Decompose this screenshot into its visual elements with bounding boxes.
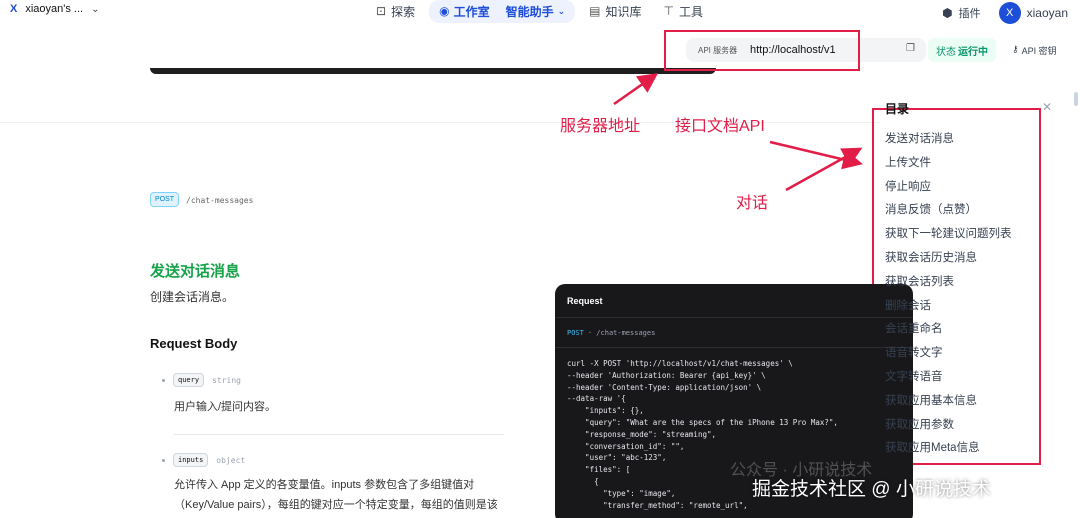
annotation-box-server — [664, 30, 860, 71]
param-description: 允许传入 App 定义的各变量值。inputs 参数包含了多组键值对（Key/V… — [174, 479, 498, 511]
copy-icon[interactable]: ❐ — [906, 43, 915, 54]
toc-item[interactable]: 获取会话列表 — [885, 273, 1012, 297]
nav-explore[interactable]: ⊡ 探索 — [368, 0, 423, 23]
nav-studio[interactable]: ◉ 工作室 智能助手 ⌄ — [429, 0, 576, 23]
toc-item[interactable]: 发送对话消息 — [885, 130, 1012, 154]
param-description: 用户输入/提问内容。 — [174, 401, 277, 413]
code-line: --header 'Content-Type: application/json… — [567, 382, 762, 392]
method-badge: POST — [150, 192, 180, 207]
bullet — [162, 458, 165, 462]
toc-item[interactable]: 获取应用参数 — [885, 416, 1012, 440]
chevron-down-icon: ⌄ — [557, 5, 566, 16]
annotation-server-address: 服务器地址 — [560, 118, 641, 135]
status-label: 状态 — [936, 46, 956, 58]
nav-knowledge[interactable]: ▤ 知识库 — [581, 0, 649, 23]
arrow-server — [613, 73, 659, 106]
toc-item[interactable]: 语音转文字 — [885, 344, 1012, 368]
robot-icon: ◉ — [439, 4, 450, 18]
toc-list: 发送对话消息 上传文件 停止响应 消息反馈（点赞） 获取下一轮建议问题列表 获取会话历史消… — [885, 130, 1012, 463]
api-key-button[interactable]: ⚷ API 密钥 — [1012, 44, 1057, 57]
key-icon: ⚷ — [1012, 44, 1019, 54]
code-panel-endpoint: POST · /chat-messages — [555, 318, 913, 348]
toc-item[interactable]: 会话重命名 — [885, 320, 1012, 344]
code-line: "inputs": {}, — [567, 406, 644, 416]
username: xiaoyan — [1026, 6, 1068, 20]
param-type: object — [216, 455, 246, 465]
close-icon[interactable]: ✕ — [1042, 100, 1052, 114]
user-menu[interactable]: X xiaoyan — [998, 2, 1068, 24]
explore-icon: ⊡ — [376, 4, 387, 18]
avatar: X — [998, 2, 1021, 24]
tools-icon: ⊤ — [663, 4, 674, 18]
toc-item[interactable]: 上传文件 — [885, 154, 1012, 178]
toc-item[interactable]: 消息反馈（点赞） — [885, 201, 1012, 225]
scrollbar[interactable] — [1074, 92, 1078, 106]
code-path: /chat-messages — [596, 328, 656, 337]
code-line: "response_mode": "streaming", — [567, 429, 717, 439]
status-badge: 状态 运行中 — [928, 38, 996, 62]
code-line: curl -X POST 'http://localhost/v1/chat-m… — [567, 359, 793, 368]
param-name: query — [173, 373, 205, 387]
app-selector[interactable]: 智能助手 ⌄ — [506, 3, 566, 20]
plugin-button[interactable]: ⬢ 插件 — [942, 5, 980, 21]
nav-studio-label: 工作室 — [453, 4, 490, 19]
workspace-logo: X — [10, 3, 18, 15]
nav-studio-group[interactable]: ◉ 工作室 — [439, 3, 490, 20]
param-row: inputs object — [162, 453, 245, 467]
book-icon: ▤ — [589, 4, 601, 18]
toc-item[interactable]: 文字转语音 — [885, 368, 1012, 392]
status-value: 运行中 — [958, 46, 988, 58]
topbar-right: ⬢ 插件 X xiaoyan — [942, 2, 1068, 24]
code-line: --header 'Authorization: Bearer {api_key… — [567, 370, 766, 380]
section-title: 发送对话消息 — [150, 263, 241, 280]
app-selector-label: 智能助手 — [505, 4, 554, 19]
arrow-doc-api — [769, 140, 863, 170]
toc-item[interactable]: 获取下一轮建议问题列表 — [885, 225, 1012, 249]
code-panel-header: Request — [555, 284, 913, 318]
annotation-chat: 对话 — [736, 195, 769, 212]
top-navbar: X xiaoyan's ... ⌄ ⊡ 探索 ◉ 工作室 智能助手 ⌄ ▤ 知识… — [0, 0, 1080, 24]
endpoint-path: /chat-messages — [186, 196, 254, 205]
plugin-icon: ⬢ — [942, 6, 953, 20]
annotation-doc-api: 接口文档API — [675, 118, 765, 135]
nav-tools-label: 工具 — [678, 4, 703, 19]
param-row: query string — [162, 373, 241, 387]
watermark-juejin: 掘金技术社区 @ 小研说技术 — [752, 479, 991, 500]
nav-tools[interactable]: ⊤ 工具 — [656, 0, 711, 23]
main-nav: ⊡ 探索 ◉ 工作室 智能助手 ⌄ ▤ 知识库 ⊤ 工具 — [368, 0, 711, 23]
chevron-down-icon: ⌄ — [91, 3, 100, 15]
code-method: POST — [567, 328, 584, 337]
param-divider — [174, 434, 504, 435]
workspace-switcher[interactable]: X xiaoyan's ... ⌄ — [10, 3, 99, 15]
code-line: "query": "What are the specs of the iPho… — [567, 417, 838, 427]
toc-item[interactable]: 获取应用基本信息 — [885, 392, 1012, 416]
code-line: --data-raw '{ — [567, 394, 626, 404]
bullet — [162, 378, 165, 382]
toc-item[interactable]: 获取应用Meta信息 — [885, 439, 1012, 463]
nav-explore-label: 探索 — [391, 4, 416, 19]
toc-item[interactable]: 停止响应 — [885, 178, 1012, 202]
toc-item[interactable]: 获取会话历史消息 — [885, 249, 1012, 273]
section-description: 创建会话消息。 — [150, 290, 235, 304]
toc-item[interactable]: 删除会话 — [885, 297, 1012, 321]
toc-title: 目录 — [885, 102, 910, 116]
code-line: "transfer_method": "remote_url", — [567, 500, 748, 510]
code-line: "conversation_id": "", — [567, 441, 685, 451]
workspace-name: xiaoyan's ... — [25, 3, 84, 15]
code-sep: · — [587, 328, 597, 337]
plugin-label: 插件 — [958, 8, 981, 20]
param-name: inputs — [173, 453, 209, 467]
param-type: string — [212, 375, 241, 385]
api-key-label: API 密钥 — [1021, 46, 1057, 56]
arrow-chat — [785, 147, 863, 192]
code-block-bottom — [150, 68, 716, 74]
request-body-title: Request Body — [150, 336, 238, 351]
nav-knowledge-label: 知识库 — [605, 4, 642, 19]
